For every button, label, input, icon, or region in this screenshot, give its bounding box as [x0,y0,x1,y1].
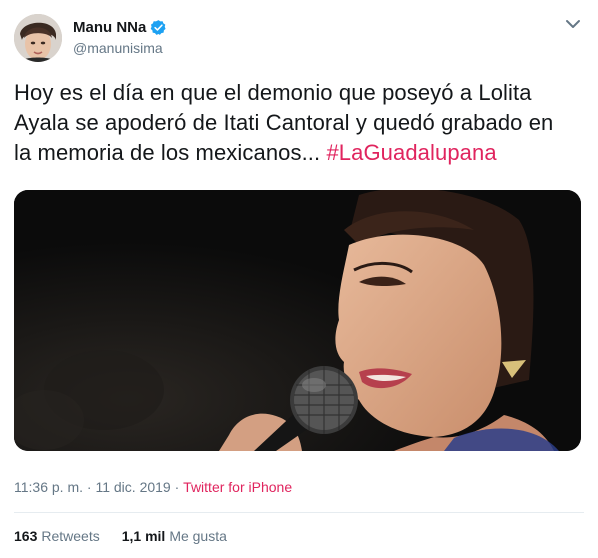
tweet-date[interactable]: 11 dic. 2019 [95,479,170,495]
retweets-stat[interactable]: 163 Retweets [14,528,100,544]
author-display-name[interactable]: Manu NNa [73,19,146,36]
retweets-label: Retweets [41,528,100,544]
retweets-count: 163 [14,528,38,544]
tweet-meta: 11:36 p. m. · 11 dic. 2019 · Twitter for… [14,479,292,495]
hashtag-link[interactable]: #LaGuadalupana [326,140,496,165]
tweet-stats: 163 Retweets 1,1 mil Me gusta [14,528,227,544]
woman-singing-microphone-photo-icon [14,190,581,451]
author-handle[interactable]: @manunisima [73,40,163,56]
tweet-media-video[interactable] [14,190,581,451]
verified-badge-icon [150,19,167,36]
tweet-text-line: Hoy es el día en que el demonio que pose… [14,80,532,105]
tweet-time[interactable]: 11:36 p. m. [14,479,83,495]
divider [14,512,584,513]
tweet-text-line: la memoria de los mexicanos... #LaGuadal… [14,138,584,168]
meta-separator: · [170,479,184,495]
likes-label: Me gusta [169,528,227,544]
likes-stat[interactable]: 1,1 mil Me gusta [122,528,227,544]
tweet-source-link[interactable]: Twitter for iPhone [183,479,292,495]
likes-count: 1,1 mil [121,528,166,544]
tweet-text: Hoy es el día en que el demonio que pose… [14,78,584,168]
avatar[interactable] [14,14,62,62]
meta-separator: · [83,479,96,495]
tweet-text-fragment: la memoria de los mexicanos... [14,140,327,165]
tweet-card: Manu NNa @manunisima Hoy es el día en qu… [0,0,598,558]
author-name-row[interactable]: Manu NNa [73,19,167,36]
tweet-menu-chevron-down-icon[interactable] [564,17,582,31]
avatar-photo-icon [14,14,62,62]
tweet-text-line: Ayala se apoderó de Itati Cantoral y que… [14,110,554,135]
